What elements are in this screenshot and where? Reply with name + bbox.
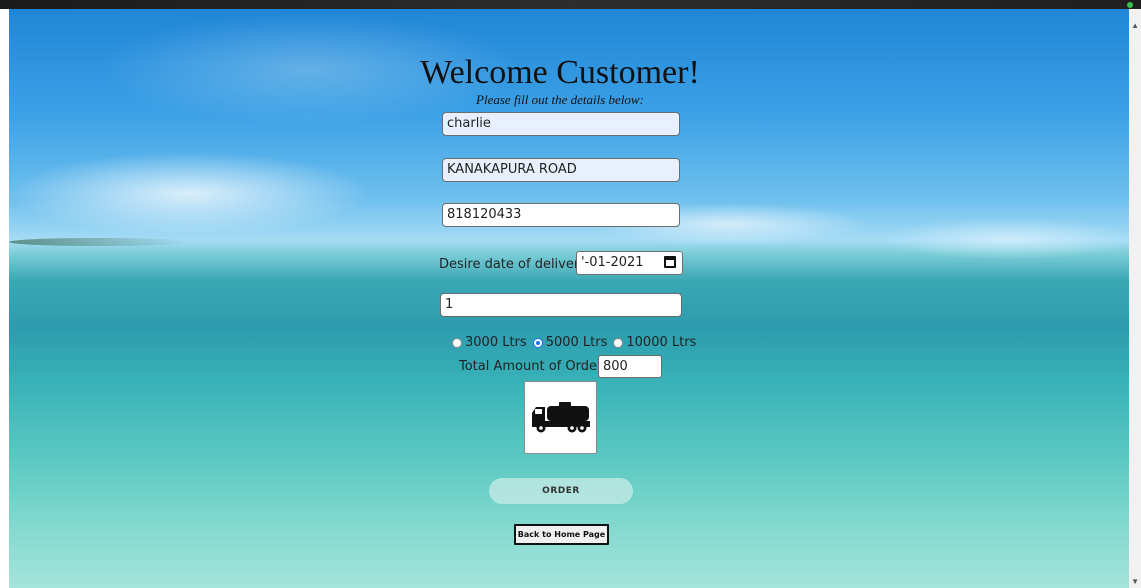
truck-icon: [532, 402, 590, 433]
truck-image[interactable]: [524, 381, 597, 454]
address-input[interactable]: KANAKAPURA ROAD: [442, 158, 680, 182]
radio-5000-ltrs[interactable]: [532, 337, 543, 348]
total-amount-field[interactable]: 800: [598, 355, 662, 378]
radio-3000-ltrs[interactable]: [452, 337, 462, 348]
scroll-down-arrow-icon[interactable]: ▼: [1131, 577, 1139, 586]
radio-label-10000: 10000 Ltrs: [626, 335, 697, 350]
calendar-icon[interactable]: [664, 256, 676, 268]
name-input[interactable]: charlie: [442, 112, 680, 136]
page-subtitle: Please fill out the details below:: [476, 92, 644, 107]
quantity-input[interactable]: 1: [440, 293, 682, 317]
scroll-up-arrow-icon[interactable]: ▲: [1131, 21, 1139, 30]
radio-label-3000: 3000 Ltrs: [465, 335, 527, 350]
total-amount-label: Total Amount of Order:: [459, 359, 607, 374]
browser-top-bar: [0, 0, 1141, 9]
delivery-date-label: Desire date of delivery:: [439, 257, 591, 272]
delivery-date-input[interactable]: '-01-2021: [576, 251, 683, 275]
order-button[interactable]: ORDER: [489, 478, 633, 504]
page-title: Welcome Customer!: [420, 54, 700, 91]
capacity-radio-group: 3000 Ltrs 5000 Ltrs 10000 Ltrs: [452, 335, 702, 350]
phone-input[interactable]: 818120433: [442, 203, 680, 227]
radio-label-5000: 5000 Ltrs: [545, 335, 608, 350]
page-scrollbar[interactable]: ▲ ▼: [1129, 9, 1141, 588]
radio-10000-ltrs[interactable]: [613, 337, 624, 348]
delivery-date-value: '-01-2021: [581, 255, 644, 270]
status-dot: [1127, 2, 1133, 8]
back-to-home-button[interactable]: Back to Home Page: [514, 524, 609, 545]
background-island: [9, 238, 189, 246]
